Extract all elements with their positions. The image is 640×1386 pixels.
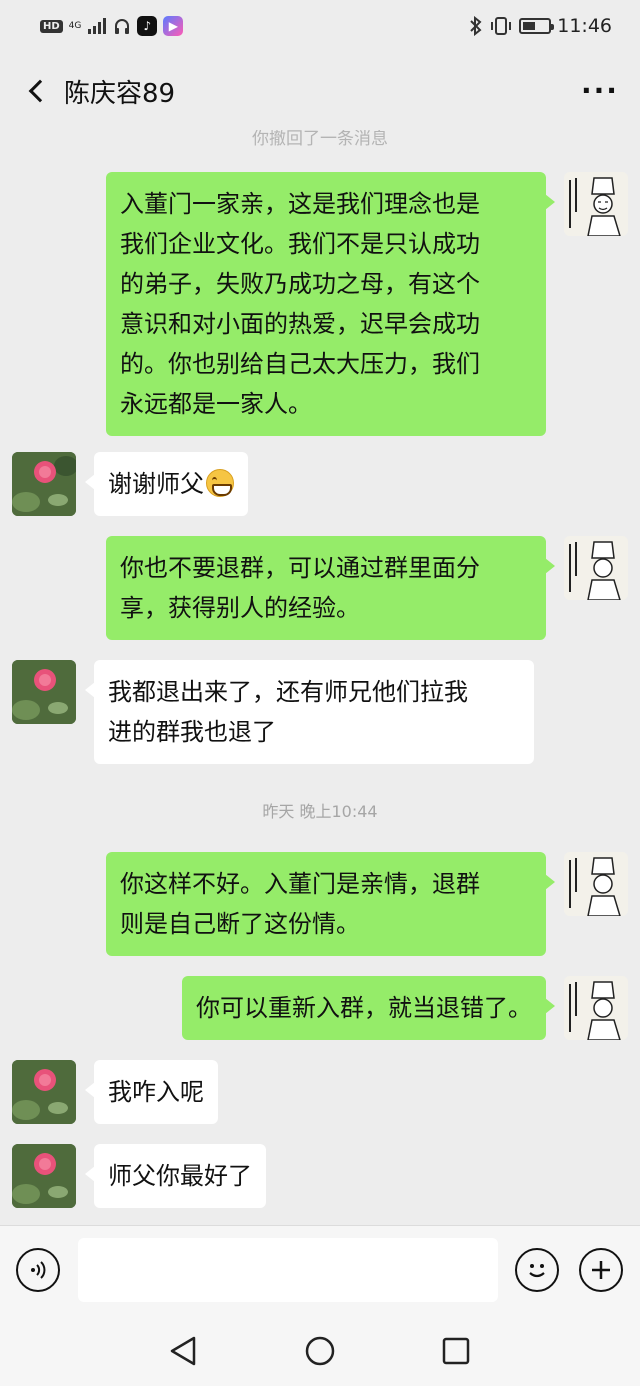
signal-icon [88, 18, 107, 34]
status-left: HD 4G ♪ ▶ [40, 16, 184, 36]
self-avatar[interactable] [564, 536, 628, 600]
flower-photo-icon [12, 1144, 76, 1208]
timestamp-divider: 昨天 晚上10:44 [262, 802, 378, 821]
contact-avatar[interactable] [12, 452, 76, 516]
more-functions-button[interactable] [579, 1248, 623, 1292]
plus-icon [592, 1261, 610, 1279]
message-text: 你可以重新入群，就当退错了。 [196, 994, 532, 1022]
message-text: 我都退出来了，还有师兄他们拉我 进的群我也退了 [108, 678, 468, 746]
video-app-icon: ▶ [163, 16, 184, 36]
message-bubble-other[interactable]: 我都退出来了，还有师兄他们拉我 进的群我也退了 [85, 660, 534, 764]
headphone-icon [115, 19, 130, 34]
chat-title: 陈庆容89 [64, 78, 176, 109]
more-options-button[interactable]: ··· [578, 77, 622, 105]
chat-message-list[interactable]: 你撤回了一条消息 入董门一家亲，这是我们理念也是 我们企业文化。我们不是只认成功… [0, 130, 640, 1225]
chat-header: 陈庆容89 ··· [0, 52, 640, 130]
chevron-left-icon [28, 79, 52, 103]
input-bar [0, 1225, 640, 1315]
message-text: 师父你最好了 [108, 1162, 252, 1190]
back-button[interactable] [18, 71, 54, 111]
flower-photo-icon [12, 452, 76, 516]
message-text: 我咋入呢 [108, 1078, 204, 1106]
contact-avatar[interactable] [12, 660, 76, 724]
self-avatar[interactable] [564, 172, 628, 236]
emoji-button[interactable] [515, 1248, 559, 1292]
message-bubble-self[interactable]: 你这样不好。入董门是亲情，退群 则是自己断了这份情。 [106, 852, 555, 956]
contact-avatar[interactable] [12, 1060, 76, 1124]
status-bar: HD 4G ♪ ▶ 11:46 [0, 0, 640, 52]
system-navigation-bar [0, 1315, 640, 1386]
recall-notice: 你撤回了一条消息 [252, 130, 388, 149]
emoji-icon [529, 1264, 545, 1278]
message-text: 你这样不好。入董门是亲情，退群 则是自己断了这份情。 [120, 870, 480, 938]
battery-icon [519, 18, 555, 34]
flower-photo-icon [12, 660, 76, 724]
status-time: 11:46 [557, 15, 612, 37]
message-text: 入董门一家亲，这是我们理念也是 我们企业文化。我们不是只认成功 的弟子，失败乃成… [120, 190, 480, 418]
bluetooth-icon [470, 16, 482, 36]
status-right: 11:46 [469, 15, 612, 37]
chef-portrait-icon [564, 852, 628, 916]
message-bubble-self[interactable]: 入董门一家亲，这是我们理念也是 我们企业文化。我们不是只认成功 的弟子，失败乃成… [106, 172, 555, 436]
self-avatar[interactable] [564, 976, 628, 1040]
tiktok-icon: ♪ [137, 16, 158, 36]
chef-portrait-icon [564, 976, 628, 1040]
chef-portrait-icon [564, 536, 628, 600]
message-bubble-self[interactable]: 你可以重新入群，就当退错了。 [182, 976, 555, 1040]
message-text: 谢谢师父 [108, 470, 204, 498]
voice-button[interactable] [16, 1248, 60, 1292]
nav-recent-apps-icon[interactable] [441, 1336, 471, 1366]
message-bubble-self[interactable]: 你也不要退群，可以通过群里面分 享，获得别人的经验。 [106, 536, 555, 640]
chef-portrait-icon [564, 172, 628, 236]
vibrate-icon [491, 17, 512, 35]
network-type: 4G [68, 20, 82, 31]
grin-emoji-icon [206, 469, 234, 497]
message-bubble-other[interactable]: 师父你最好了 [85, 1144, 266, 1208]
contact-avatar[interactable] [12, 1144, 76, 1208]
nav-home-icon[interactable] [304, 1335, 336, 1367]
message-bubble-other[interactable]: 我咋入呢 [85, 1060, 218, 1124]
hd-badge: HD [40, 19, 63, 33]
message-input[interactable] [78, 1238, 498, 1302]
self-avatar[interactable] [564, 852, 628, 916]
nav-back-icon[interactable] [168, 1335, 198, 1367]
flower-photo-icon [12, 1060, 76, 1124]
message-text: 你也不要退群，可以通过群里面分 享，获得别人的经验。 [120, 554, 480, 622]
message-bubble-other[interactable]: 谢谢师父 [85, 452, 248, 516]
voice-icon [31, 1261, 46, 1279]
